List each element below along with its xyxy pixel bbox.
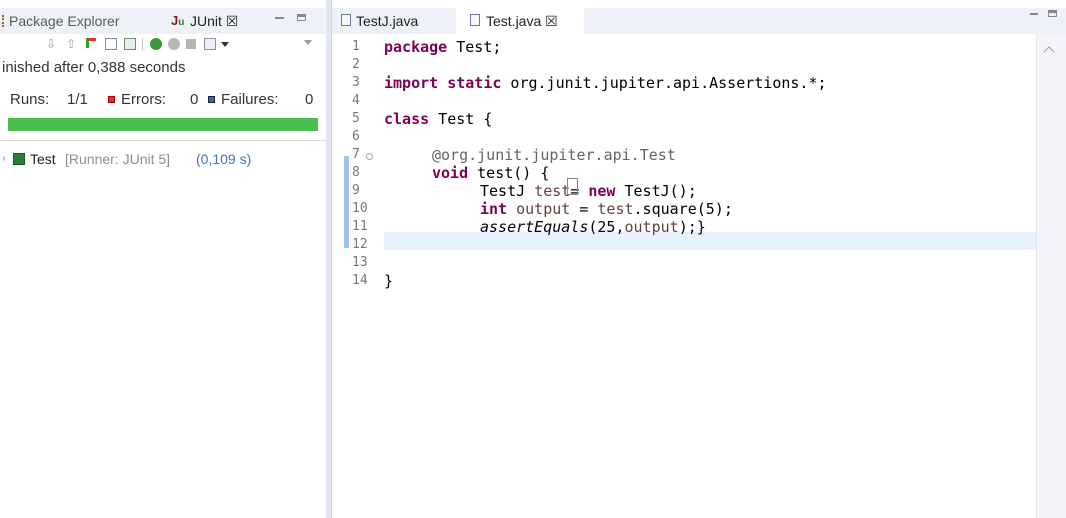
line-number: 2 <box>352 57 360 72</box>
show-skipped-icon[interactable] <box>124 38 136 50</box>
code-line: class Test { <box>384 110 492 128</box>
code-text: Test { <box>429 110 493 128</box>
code-text: .square(5); <box>633 200 733 218</box>
change-ruler-marker <box>344 156 349 248</box>
scroll-up-icon[interactable] <box>1043 46 1055 58</box>
local-variable: output <box>624 218 679 236</box>
line-number: 3 <box>352 75 360 90</box>
errors-icon <box>108 96 115 103</box>
line-number: 7 <box>352 147 360 162</box>
line-number: 10 <box>352 201 368 216</box>
failures-value: 0 <box>305 91 314 108</box>
code-text: );} <box>678 218 706 236</box>
scroll-lock-icon[interactable] <box>105 38 117 50</box>
rerun-test-icon[interactable] <box>150 38 162 50</box>
test-class-icon <box>13 153 25 165</box>
previous-failure-icon[interactable]: ⇧ <box>66 38 78 50</box>
line-number: 13 <box>352 255 368 270</box>
line-number: 8 <box>352 165 360 180</box>
line-number: 9 <box>352 183 360 198</box>
editor-maximize-icon[interactable] <box>1048 10 1057 17</box>
toolbar-separator <box>142 38 143 51</box>
errors-value: 0 <box>190 91 199 108</box>
editor-minimize-icon[interactable] <box>1030 13 1038 15</box>
code-line: @org.junit.jupiter.api.Test <box>432 146 676 164</box>
next-failure-icon[interactable]: ⇩ <box>46 38 58 50</box>
code-line: assertEquals(25,output);} <box>480 218 706 236</box>
static-method: assertEquals <box>480 218 589 236</box>
code-text: } <box>384 272 394 290</box>
junit-progress-bar <box>8 118 318 131</box>
line-number: 14 <box>352 273 368 288</box>
errors-label: Errors: <box>121 91 166 108</box>
code-line: } <box>384 272 393 290</box>
line-number: 12 <box>352 237 368 252</box>
tab-package-explorer[interactable]: Package Explorer <box>9 8 120 34</box>
junit-toolbar: ⇩ ⇧ <box>0 34 326 56</box>
tree-expand-icon[interactable]: › <box>2 148 5 170</box>
code-text: TestJ(); <box>615 182 697 200</box>
code-text: (25, <box>588 218 625 236</box>
keyword: int <box>480 200 508 218</box>
line-number: 4 <box>352 93 360 108</box>
code-line: void test() { <box>432 164 549 182</box>
maximize-icon[interactable] <box>297 14 306 21</box>
test-tree-item[interactable]: › Test [Runner: JUnit 5] (0,109 s) <box>0 148 326 170</box>
minimize-icon[interactable] <box>275 17 284 19</box>
code-text: org.junit.jupiter.api.Assertions.*; <box>501 74 827 92</box>
junit-status-text: inished after 0,388 seconds <box>2 59 186 76</box>
code-editor[interactable] <box>332 34 1036 518</box>
test-run-history-icon[interactable] <box>204 38 216 50</box>
java-file-icon <box>470 14 480 26</box>
keyword: import static <box>384 74 502 92</box>
local-variable: output <box>507 200 571 218</box>
code-line: int output = test.square(5); <box>480 200 733 218</box>
line-number: 5 <box>352 111 360 126</box>
tab-test-java[interactable]: Test.java ☒ <box>486 8 558 34</box>
keyword: package <box>384 38 448 56</box>
editor-tab-bar <box>332 8 1066 34</box>
matching-brace: { <box>540 164 550 182</box>
keyword: void <box>432 164 469 182</box>
annotation-type: Test <box>639 146 676 164</box>
tree-item-runner: [Runner: JUnit 5] <box>65 151 171 167</box>
code-text: TestJ <box>480 182 535 200</box>
junit-counters: Runs: 1/1 Errors: 0 Failures: 0 <box>0 88 326 112</box>
fold-icon[interactable] <box>366 153 373 160</box>
stop-test-run-icon[interactable] <box>186 39 196 49</box>
line-number: 11 <box>352 219 368 234</box>
local-variable: test <box>534 182 571 200</box>
history-dropdown-icon[interactable] <box>221 42 229 47</box>
code-line: TestJ test= new TestJ(); <box>480 182 697 200</box>
tab-testj-java[interactable]: TestJ.java <box>356 8 418 34</box>
tree-item-name: Test <box>30 151 56 167</box>
code-line: package Test; <box>384 38 501 56</box>
view-menu-icon <box>2 15 7 27</box>
keyword: class <box>384 110 430 128</box>
java-file-icon <box>341 14 351 26</box>
code-text: test() <box>468 164 541 182</box>
failures-label: Failures: <box>221 91 279 108</box>
code-text: Test; <box>447 38 502 56</box>
view-menu-chevron-icon[interactable] <box>304 40 312 45</box>
code-text: = <box>570 200 598 218</box>
left-tab-bar: Package Explorer Ju JUnit ☒ <box>0 8 326 34</box>
editor-scrollbar[interactable] <box>1036 34 1066 518</box>
junit-icon: Ju <box>171 13 185 28</box>
line-number: 1 <box>352 39 360 54</box>
tree-item-time: (0,109 s) <box>196 151 252 167</box>
tab-junit[interactable]: JUnit ☒ <box>190 8 238 34</box>
bracket-match-box <box>567 178 578 195</box>
keyword: new <box>588 182 616 200</box>
show-failures-only-icon[interactable] <box>86 38 96 48</box>
rerun-failures-first-icon[interactable] <box>168 38 180 50</box>
pane-separator <box>0 140 326 141</box>
line-number: 6 <box>352 129 360 144</box>
failures-icon <box>208 96 215 103</box>
annotation: @org.junit.jupiter.api. <box>432 146 640 164</box>
runs-label: Runs: <box>10 91 50 108</box>
runs-value: 1/1 <box>67 91 88 108</box>
code-line: import static org.junit.jupiter.api.Asse… <box>384 74 827 92</box>
local-variable: test <box>597 200 634 218</box>
